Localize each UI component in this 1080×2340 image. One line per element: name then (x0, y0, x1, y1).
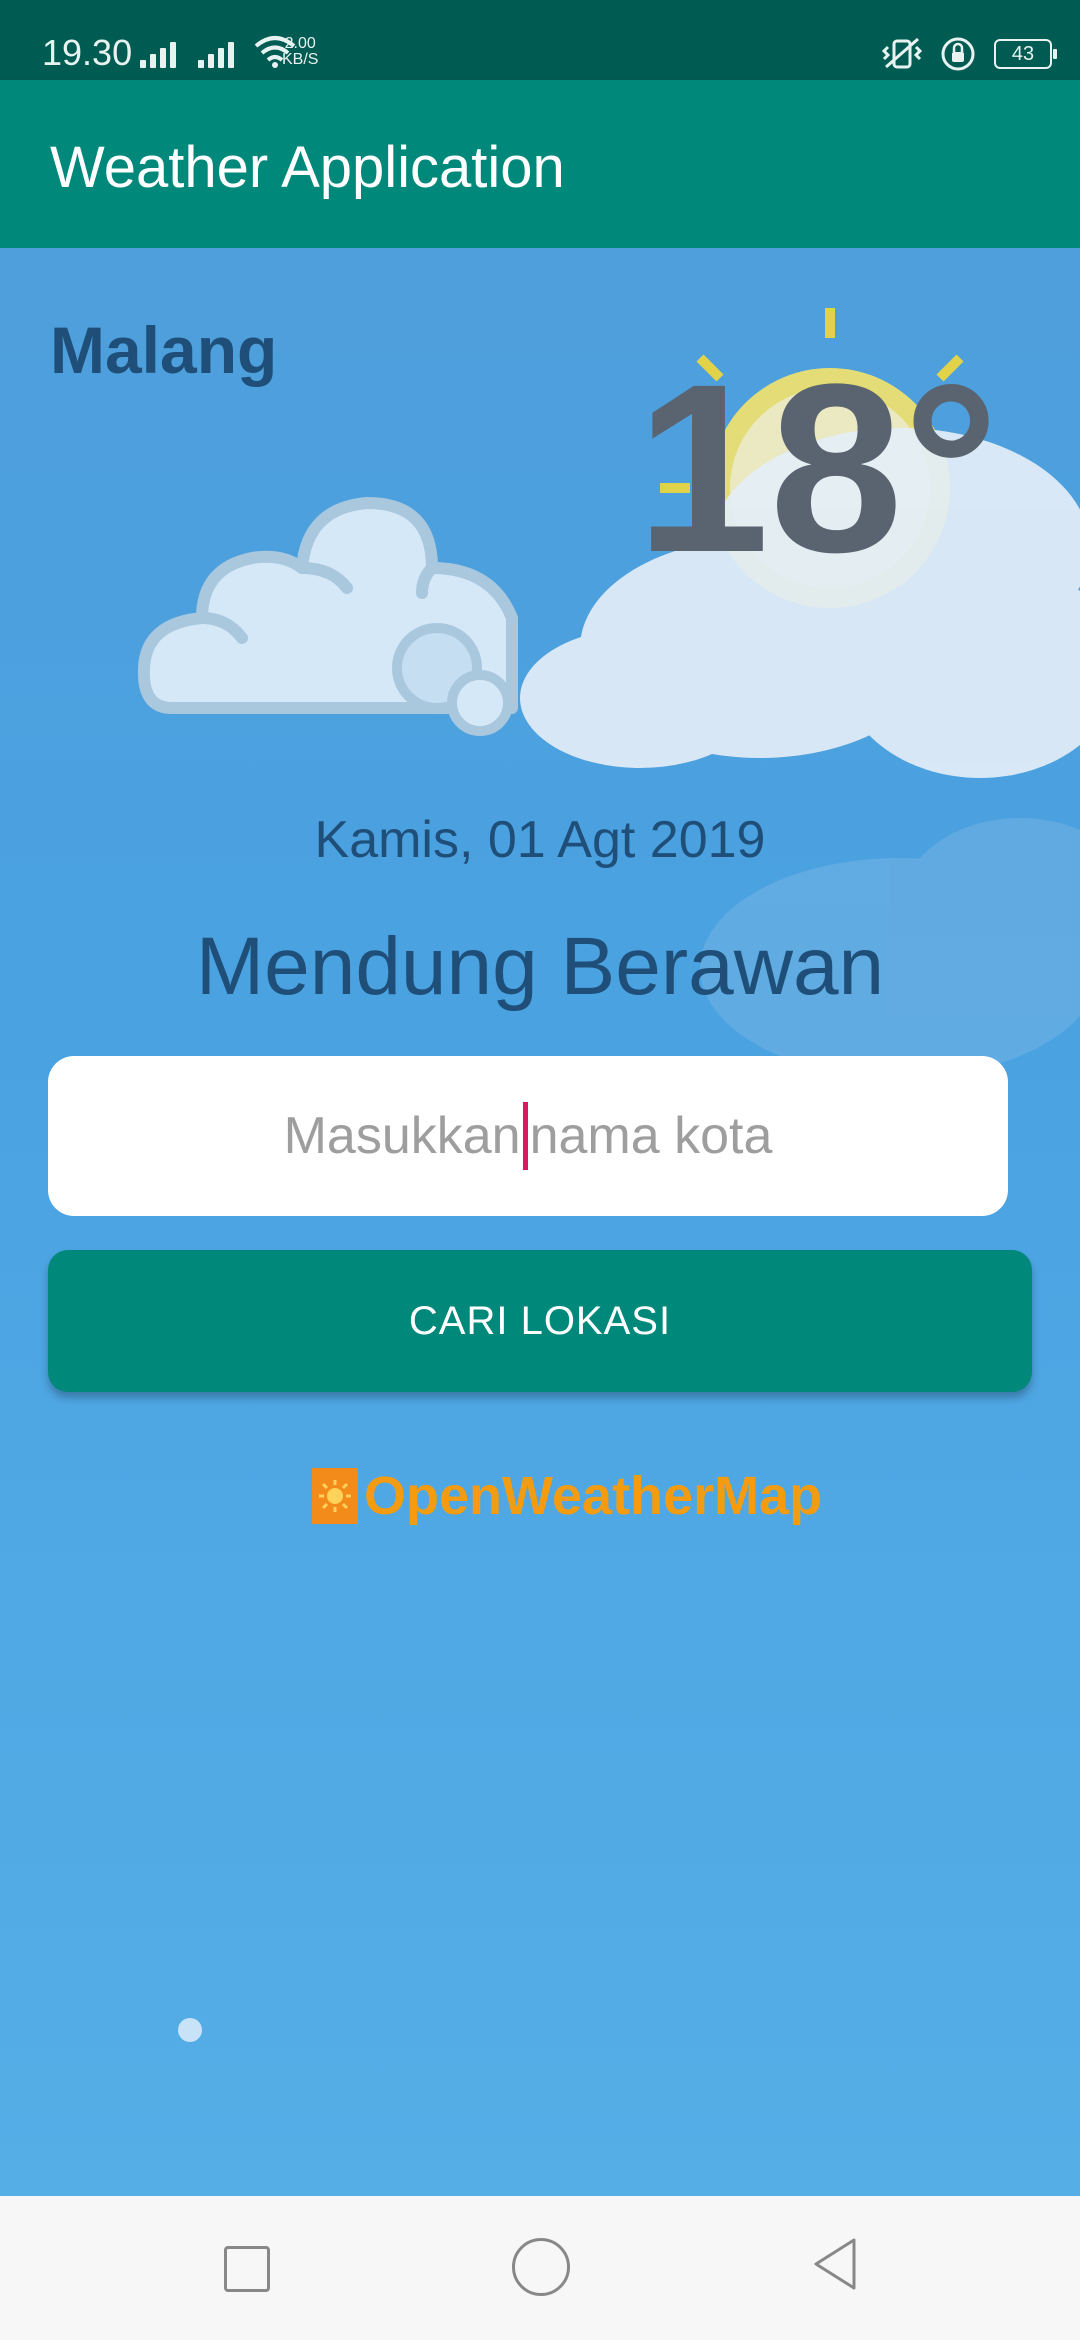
vibrate-icon (882, 37, 922, 69)
app-bar: Weather Application (0, 80, 1080, 248)
weather-screen: Malang 18° Kamis, 01 Agt 2019 Mendung Be… (0, 248, 1080, 2196)
cloud-icon (137, 497, 518, 736)
search-placeholder-part1: Masukkan (283, 1107, 521, 1165)
signal-icon (198, 34, 234, 68)
recents-icon[interactable] (224, 2246, 270, 2292)
battery-level: 43 (1011, 43, 1035, 65)
weather-description: Mendung Berawan (195, 921, 885, 1012)
date: Kamis, 01 Agt 2019 (314, 811, 766, 869)
status-icons-right: 43 (882, 36, 1057, 72)
app-title: Weather Application (50, 135, 565, 200)
rotation-lock-icon (941, 37, 975, 71)
openweathermap-logo-icon (312, 1468, 358, 1524)
battery-icon: 43 (994, 39, 1057, 69)
home-icon[interactable] (512, 2238, 570, 2296)
openweathermap-attribution[interactable]: OpenWeatherMap (312, 1466, 822, 1526)
signal-icon (140, 34, 176, 68)
search-placeholder-part2: nama kota (529, 1107, 773, 1165)
status-bar: 19.30 2.00 KB/S 43 (0, 0, 1080, 80)
status-time: 19.30 (42, 32, 133, 73)
temperature: 18° (636, 334, 999, 602)
search-location-button[interactable]: CARI LOKASI (48, 1250, 1032, 1392)
city-search-input[interactable]: Masukkan nama kota (48, 1056, 1008, 1216)
openweathermap-text: OpenWeatherMap (364, 1466, 823, 1526)
city-name: Malang (50, 313, 278, 387)
status-icons-left (140, 34, 296, 68)
net-speed: 2.00 KB/S (282, 36, 318, 68)
back-icon[interactable] (810, 2236, 860, 2292)
net-speed-unit: KB/S (282, 51, 319, 68)
text-cursor (522, 1102, 528, 1170)
navigation-bar (0, 2196, 1080, 2340)
net-speed-value: 2.00 (284, 35, 316, 52)
